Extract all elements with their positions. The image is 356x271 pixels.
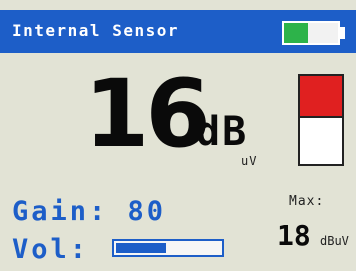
signal-sub-unit: uV [241, 154, 258, 168]
signal-unit: dB [196, 109, 249, 155]
gain-readout: Gain: 80 [12, 196, 167, 227]
max-label: Max: [289, 194, 325, 209]
battery-level [284, 23, 309, 43]
volume-label: Vol: [12, 234, 90, 265]
page-title: Internal Sensor [12, 21, 179, 40]
max-value: 18 [277, 219, 311, 252]
battery-tip [340, 27, 345, 39]
signal-level-fill [300, 76, 342, 116]
display-screen: Internal Sensor 16 dB uV Gain: 80 Vol: M… [0, 0, 356, 271]
battery-icon [282, 21, 340, 45]
signal-value: 16 [84, 60, 211, 169]
volume-bar[interactable] [112, 239, 224, 257]
volume-level-fill [116, 243, 166, 253]
signal-level-bar [298, 74, 344, 166]
max-unit: dBuV [320, 234, 349, 248]
signal-level-divider [300, 115, 342, 118]
